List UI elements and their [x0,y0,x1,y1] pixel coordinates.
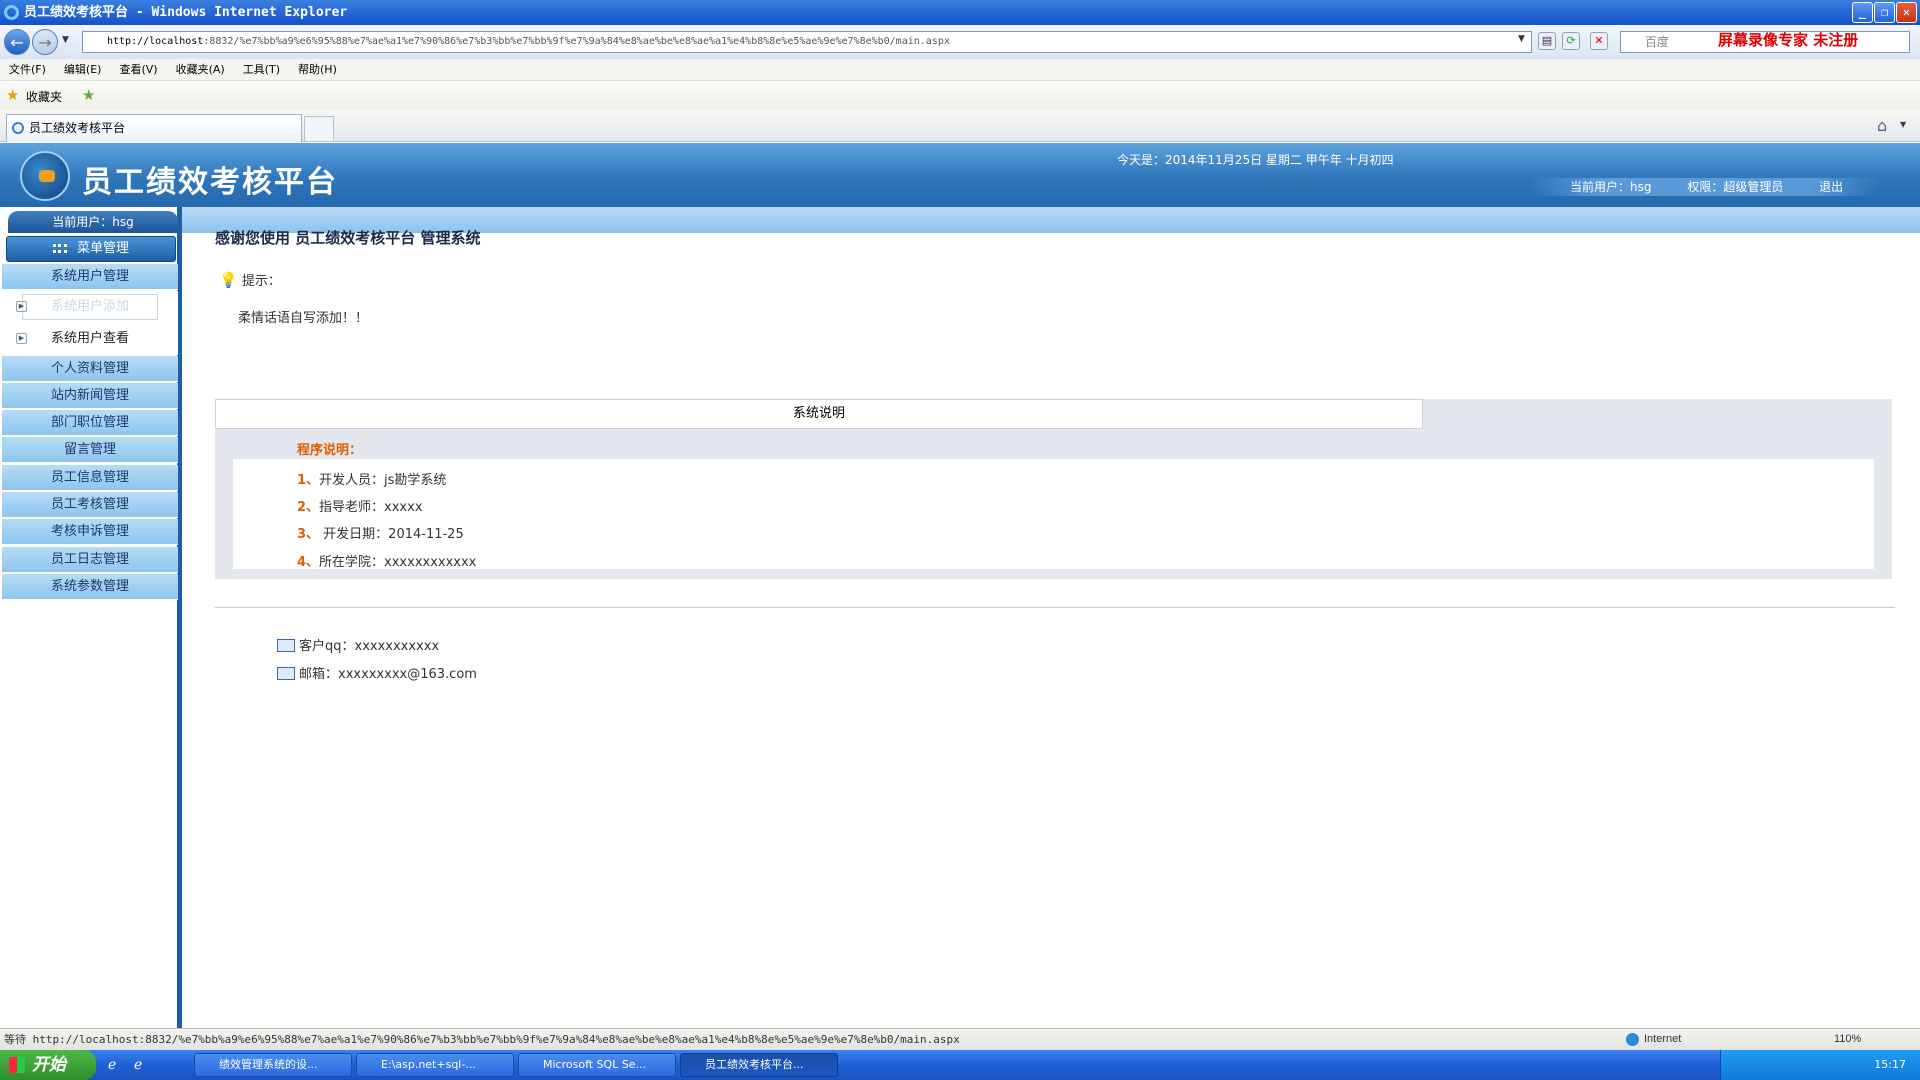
sidebar-item-logs[interactable]: 员工日志管理 [2,547,178,573]
divider [215,607,1895,608]
sidebar-item-news[interactable]: 站内新闻管理 [2,383,178,409]
window-title-bar: 员工绩效考核平台 - Windows Internet Explorer _ ❐… [0,0,1920,25]
recorder-watermark: 屏幕录像专家 未注册 [1718,31,1859,49]
mail-icon [277,639,295,652]
sidebar: 当前用户：hsg 菜单管理 系统用户管理 ▶ 系统用户添加 ▶ 系统用户查看 个… [0,207,182,1028]
start-button[interactable]: 开始 [0,1050,96,1080]
grid-icon [52,244,67,253]
task-button[interactable]: Microsoft SQL Se... [518,1053,676,1077]
system-info-panel: 系统说明 程序说明： 1、开发人员：js勘学系统 2、指导老师：xxxxx 3、… [215,399,1892,579]
contact-qq: 客户qq：xxxxxxxxxxx [277,635,439,654]
sidebar-current-user: 当前用户：hsg [8,211,178,233]
lightbulb-icon: 💡 [219,271,238,289]
task-button[interactable]: 绩效管理系统的设... [194,1053,352,1077]
back-button[interactable]: ← [4,29,30,55]
compat-view-icon[interactable]: ▤ [1538,32,1556,50]
add-favorite-icon[interactable]: ★ [82,86,95,104]
quicklaunch-ie-icon[interactable]: ℯ [108,1057,116,1073]
sidebar-item-appeal[interactable]: 考核申诉管理 [2,519,178,545]
close-button[interactable]: ✕ [1896,2,1917,23]
program-description-title: 程序说明： [297,443,363,458]
phone-icon [277,667,295,680]
menu-header: 菜单管理 [6,236,176,262]
expand-arrow-icon: ▶ [16,333,27,344]
minimize-button[interactable]: _ [1852,2,1873,23]
clock[interactable]: 15:17 [1874,1058,1906,1071]
info-line: 1、开发人员：js勘学系统 [297,473,447,488]
home-icon[interactable]: ⌂ [1877,116,1887,135]
address-input[interactable]: http://localhost:8832/%e7%bb%a9%e6%95%88… [82,31,1532,53]
restore-button[interactable]: ❐ [1874,2,1895,23]
menu-view[interactable]: 查看(V) [110,59,166,81]
menu-favorites[interactable]: 收藏夹(A) [167,59,234,81]
address-dropdown-icon[interactable]: ▼ [1518,34,1525,44]
sidebar-item-employee-info[interactable]: 员工信息管理 [2,465,178,491]
contact-email: 邮箱：xxxxxxxxx@163.com [277,663,477,682]
zoom-level[interactable]: 110% [1834,1029,1861,1050]
security-zone: Internet [1644,1033,1682,1045]
user-info-bar: 当前用户：hsg 权限：超级管理员 退出 [1530,178,1880,196]
menu-file[interactable]: 文件(F) [0,59,55,81]
main-content: 感谢您使用 员工绩效考核平台 管理系统 💡 提示： 柔情话语自写添加！！ 系统说… [215,207,1895,1007]
stop-icon[interactable]: ✕ [1590,32,1608,50]
task-button[interactable]: E:\asp.net+sql-... [356,1053,514,1077]
header-banner: 员工绩效考核平台 今天是：2014年11月25日 星期二 甲午年 十月初四 当前… [0,143,1920,207]
new-tab-button[interactable] [304,116,334,142]
menu-help[interactable]: 帮助(H) [289,59,346,81]
info-line: 4、所在学院：xxxxxxxxxxxx [297,555,477,570]
quicklaunch-browser-icon[interactable]: ℯ [134,1057,142,1073]
date-text: 今天是：2014年11月25日 星期二 甲午年 十月初四 [1117,153,1394,167]
status-text: 等待 http://localhost:8832/%e7%bb%a9%e6%95… [4,1033,960,1046]
menu-bar: 文件(F) 编辑(E) 查看(V) 收藏夹(A) 工具(T) 帮助(H) [0,59,1920,81]
status-bar: 等待 http://localhost:8832/%e7%bb%a9%e6%95… [0,1028,1920,1050]
tip-message: 柔情话语自写添加！！ [238,311,369,326]
expand-arrow-icon: ▶ [16,301,27,312]
platform-logo [20,151,70,201]
page-viewport: 员工绩效考核平台 今天是：2014年11月25日 星期二 甲午年 十月初四 当前… [0,143,1920,1028]
tab-title: 员工绩效考核平台 [29,121,126,135]
forward-button[interactable]: → [32,29,58,55]
info-line: 3、 开发日期：2014-11-25 [297,527,464,542]
sidebar-subitem-view-users[interactable]: ▶ 系统用户查看 [2,323,178,355]
sidebar-item-profile[interactable]: 个人资料管理 [2,356,178,382]
logout-link[interactable]: 退出 [1819,180,1843,194]
info-line: 2、指导老师：xxxxx [297,500,423,515]
tip-label: 💡 提示： [219,271,281,289]
menu-edit[interactable]: 编辑(E) [55,59,111,81]
system-info-title: 系统说明 [215,399,1423,429]
header-permission: 权限：超级管理员 [1687,180,1784,194]
url-path: :8832/%e7%bb%a9%e6%95%88%e7%ae%a1%e7%90%… [203,36,950,47]
system-info-body [233,459,1874,569]
page-icon [12,122,24,134]
task-button-active[interactable]: 员工绩效考核平台... [680,1053,838,1077]
favorites-label[interactable]: 收藏夹 [26,88,62,105]
history-dropdown-icon[interactable]: ▼ [62,35,69,45]
platform-title: 员工绩效考核平台 [82,165,338,200]
taskbar: 开始 ℯ ℯ 绩效管理系统的设... E:\asp.net+sql-... Mi… [0,1050,1920,1080]
tab-bar: 员工绩效考核平台 ⌂ ▼ [0,110,1920,142]
sidebar-item-assessment[interactable]: 员工考核管理 [2,492,178,518]
sidebar-item-parameters[interactable]: 系统参数管理 [2,574,178,600]
favorites-star-icon[interactable]: ★ [6,86,19,104]
sidebar-item-messages[interactable]: 留言管理 [2,437,178,463]
menu-tools[interactable]: 工具(T) [234,59,289,81]
tab-main[interactable]: 员工绩效考核平台 [6,114,302,142]
ie-icon [4,5,19,20]
welcome-heading: 感谢您使用 员工绩效考核平台 管理系统 [215,229,481,247]
sidebar-subitem-add-user[interactable]: ▶ 系统用户添加 [2,291,178,323]
globe-icon [1626,1033,1639,1046]
sidebar-item-user-management[interactable]: 系统用户管理 [2,264,178,290]
system-tray: 15:17 [1720,1050,1920,1080]
url-host: http://localhost [107,36,204,47]
address-toolbar: ← → ▼ http://localhost:8832/%e7%bb%a9%e6… [0,25,1920,59]
sidebar-item-department[interactable]: 部门职位管理 [2,410,178,436]
refresh-icon[interactable]: ⟳ [1562,32,1580,50]
favorites-bar: ★ 收藏夹 ★ [0,82,1920,110]
home-dropdown-icon[interactable]: ▼ [1900,120,1906,129]
header-current-user: 当前用户：hsg [1570,180,1652,194]
window-title: 员工绩效考核平台 - Windows Internet Explorer [24,5,348,20]
